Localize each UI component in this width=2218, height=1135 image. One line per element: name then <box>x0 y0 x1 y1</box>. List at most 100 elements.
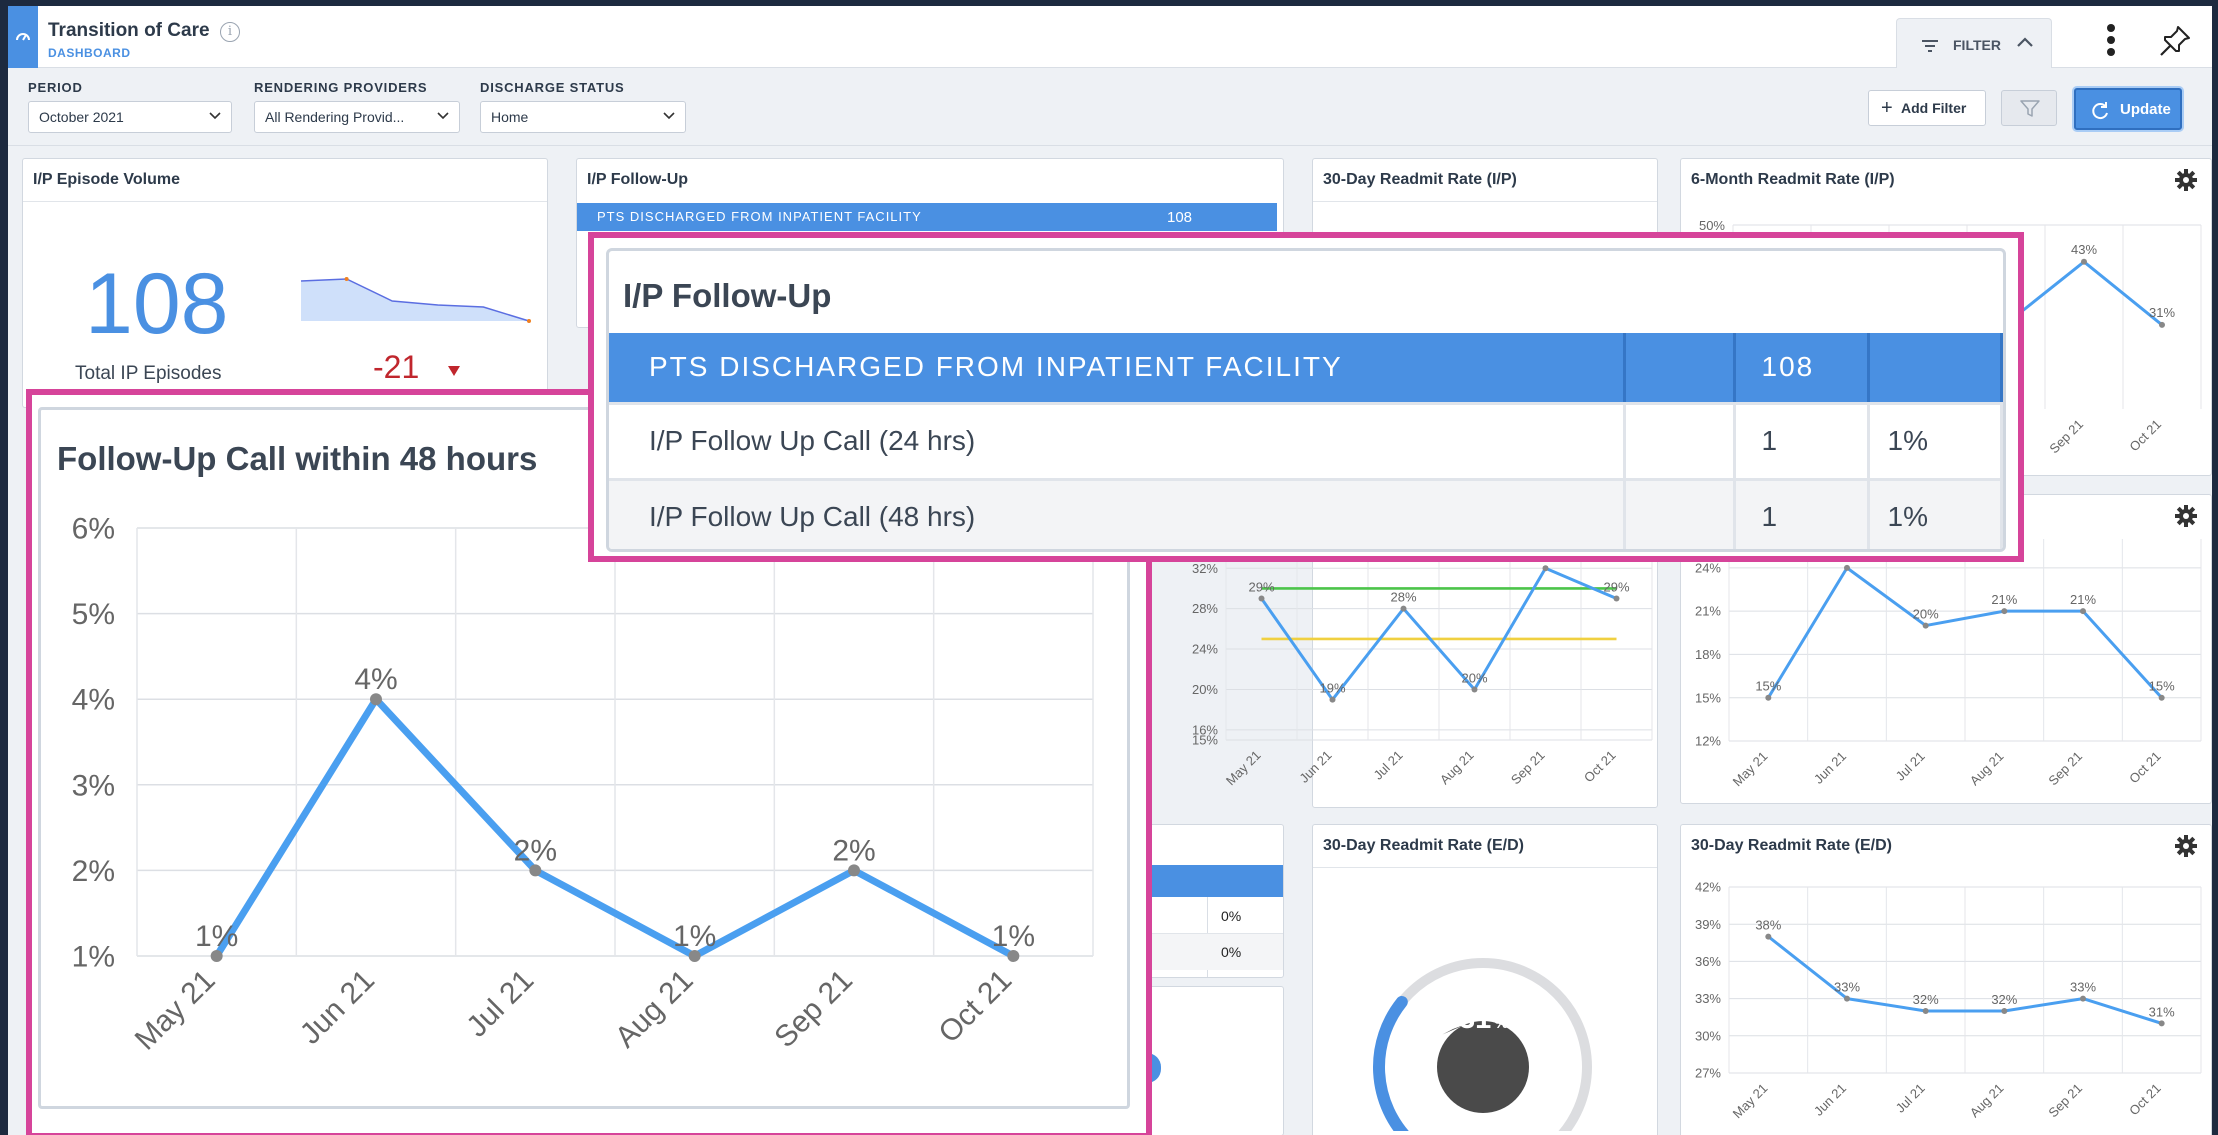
period-value: October 2021 <box>39 109 124 125</box>
x-tick-label: Aug 21 <box>1437 748 1477 788</box>
data-label: 20% <box>1461 670 1487 685</box>
y-tick-label: 1% <box>72 941 115 974</box>
data-label: 1% <box>195 920 238 953</box>
sparkline-end-point <box>527 319 531 323</box>
card-title: 30-Day Readmit Rate (I/P) <box>1323 171 1517 188</box>
followup-table: PTS DISCHARGED FROM INPATIENT FACILITY 1… <box>609 333 2003 549</box>
data-point <box>1922 622 1929 629</box>
providers-label: RENDERING PROVIDERS <box>254 80 428 95</box>
x-tick-label: Oct 21 <box>2126 749 2164 787</box>
x-tick-label: Jul 21 <box>460 964 540 1044</box>
followup-header-row: PTS DISCHARGED FROM INPATIENT FACILITY <box>597 209 922 224</box>
episode-volume-card: I/P Episode Volume 108 Total IP Episodes… <box>22 158 548 408</box>
data-point <box>1613 595 1620 602</box>
data-point <box>1329 696 1336 703</box>
data-label: 31% <box>2149 1004 2175 1019</box>
chevron-down-icon <box>437 112 449 120</box>
x-tick-label: Jul 21 <box>1370 748 1405 783</box>
data-label: 1% <box>992 920 1035 953</box>
chart-title: Follow-Up Call within 48 hours <box>57 440 538 477</box>
providers-select[interactable]: All Rendering Provid... <box>254 101 460 133</box>
app-window: Transition of Care i DASHBOARD FILTER PE… <box>8 6 2212 1135</box>
row-pct <box>1868 333 2003 405</box>
row-count: 1 <box>1734 403 1870 481</box>
sparkline-area <box>301 279 529 321</box>
data-point <box>1258 595 1265 602</box>
row-label: PTS DISCHARGED FROM INPATIENT FACILITY <box>609 333 1626 405</box>
y-tick-label: 16% <box>1192 722 1218 737</box>
y-tick-label: 30% <box>1695 1028 1721 1043</box>
row-pct: 1% <box>1868 479 2003 549</box>
data-label: 19% <box>1319 681 1345 696</box>
data-label: 28% <box>1390 590 1416 605</box>
data-point <box>2080 608 2086 615</box>
add-filter-label: Add Filter <box>1901 100 1967 116</box>
chevron-down-icon <box>663 112 675 120</box>
data-label: 15% <box>2149 679 2175 694</box>
readmit30-ed-card: 30-Day Readmit Rate (E/D) 31% <box>1312 824 1658 1135</box>
x-tick-label: Sep 21 <box>2045 749 2085 789</box>
episode-count: 108 <box>85 256 229 352</box>
pin-icon[interactable] <box>2158 24 2192 58</box>
data-label: 32% <box>1991 992 2017 1007</box>
table-row: PTS DISCHARGED FROM INPATIENT FACILITY 1… <box>609 333 2003 405</box>
chevron-up-icon <box>2017 37 2033 47</box>
row-blank <box>1624 333 1736 405</box>
row-pct: 1% <box>1868 403 2003 481</box>
filter-lines-icon <box>1922 40 1938 52</box>
add-filter-button[interactable]: + Add Filter <box>1868 90 1986 126</box>
x-tick-label: Jul 21 <box>1893 1081 1928 1116</box>
data-point <box>1542 565 1549 572</box>
data-point <box>1400 605 1407 612</box>
info-icon[interactable]: i <box>220 22 240 42</box>
dashboard-logo-tab[interactable] <box>8 6 38 68</box>
data-point <box>2158 694 2165 701</box>
filter-bar: PERIOD October 2021 RENDERING PROVIDERS … <box>8 68 2212 146</box>
gauge-value: 31% <box>1459 1003 1509 1035</box>
plus-icon: + <box>1881 97 1893 119</box>
data-point <box>2001 1008 2008 1014</box>
period-filter: PERIOD October 2021 <box>28 80 232 133</box>
data-point <box>1922 1008 1929 1014</box>
funnel-filter-button[interactable] <box>2001 90 2057 126</box>
more-options-icon[interactable] <box>2106 24 2116 56</box>
data-label: 4% <box>354 663 397 696</box>
x-tick-label: Jun 21 <box>1811 749 1849 787</box>
data-point <box>2158 1020 2165 1027</box>
y-tick-label: 12% <box>1695 734 1721 749</box>
x-tick-label: Jul 21 <box>1893 749 1928 784</box>
row-blank <box>1624 479 1736 549</box>
y-tick-label: 24% <box>1695 560 1721 575</box>
y-tick-label: 15% <box>1695 690 1721 705</box>
discharge-select[interactable]: Home <box>480 101 686 133</box>
update-button[interactable]: Update <box>2074 88 2182 130</box>
x-tick-label: Sep 21 <box>2046 417 2086 457</box>
x-tick-label: Oct 21 <box>932 964 1018 1050</box>
providers-value: All Rendering Provid... <box>265 109 405 125</box>
episode-delta: -21 <box>373 349 420 385</box>
data-label: 29% <box>1248 580 1274 595</box>
x-tick-label: Sep 21 <box>768 964 859 1055</box>
data-label: 15% <box>1755 679 1781 694</box>
y-tick-label: 4% <box>72 684 115 717</box>
discharge-value: Home <box>491 109 529 125</box>
data-point <box>1765 694 1772 701</box>
zoom-followup-title: I/P Follow-Up <box>623 277 832 314</box>
x-tick-label: Oct 21 <box>2126 1081 2164 1119</box>
data-point <box>2001 608 2008 615</box>
gauge-fill <box>1373 995 1409 1131</box>
data-label: 29% <box>1603 580 1629 595</box>
refresh-icon <box>2092 102 2108 120</box>
page-title: Transition of Care <box>48 20 210 41</box>
y-tick-label: 20% <box>1192 682 1218 697</box>
followup48-chart: 1% 2% 3% 4% 5% 6% 1% 4% 2% 1% 2% 1% May 21 Jun 21 Jul … <box>72 513 1094 1057</box>
filter-toggle-button[interactable]: FILTER <box>1896 18 2052 68</box>
data-label: 31% <box>2149 305 2175 320</box>
series-line <box>2017 259 2163 327</box>
discharge-label: DISCHARGE STATUS <box>480 80 625 95</box>
y-tick-label: 24% <box>1192 642 1218 657</box>
period-select[interactable]: October 2021 <box>28 101 232 133</box>
data-label: 20% <box>1913 607 1939 622</box>
data-label: 43% <box>2071 242 2097 257</box>
x-tick-label: Aug 21 <box>1967 1081 2007 1121</box>
